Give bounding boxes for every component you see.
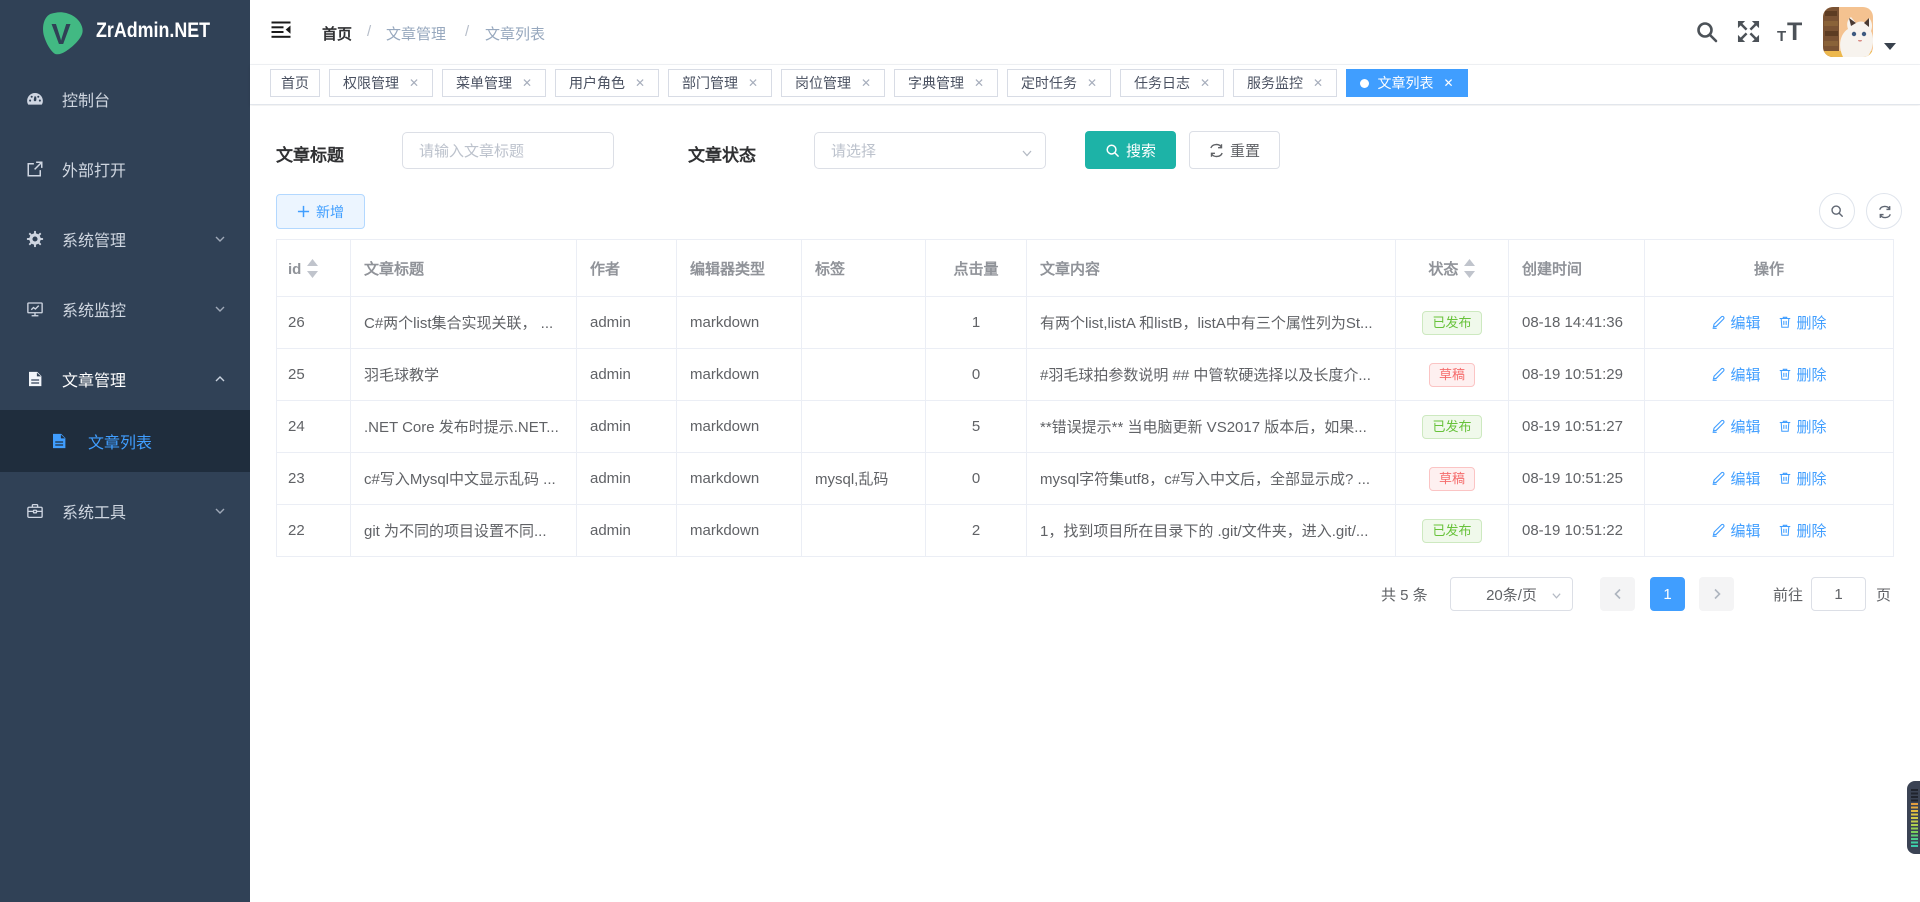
svg-text:V: V [51,19,71,51]
